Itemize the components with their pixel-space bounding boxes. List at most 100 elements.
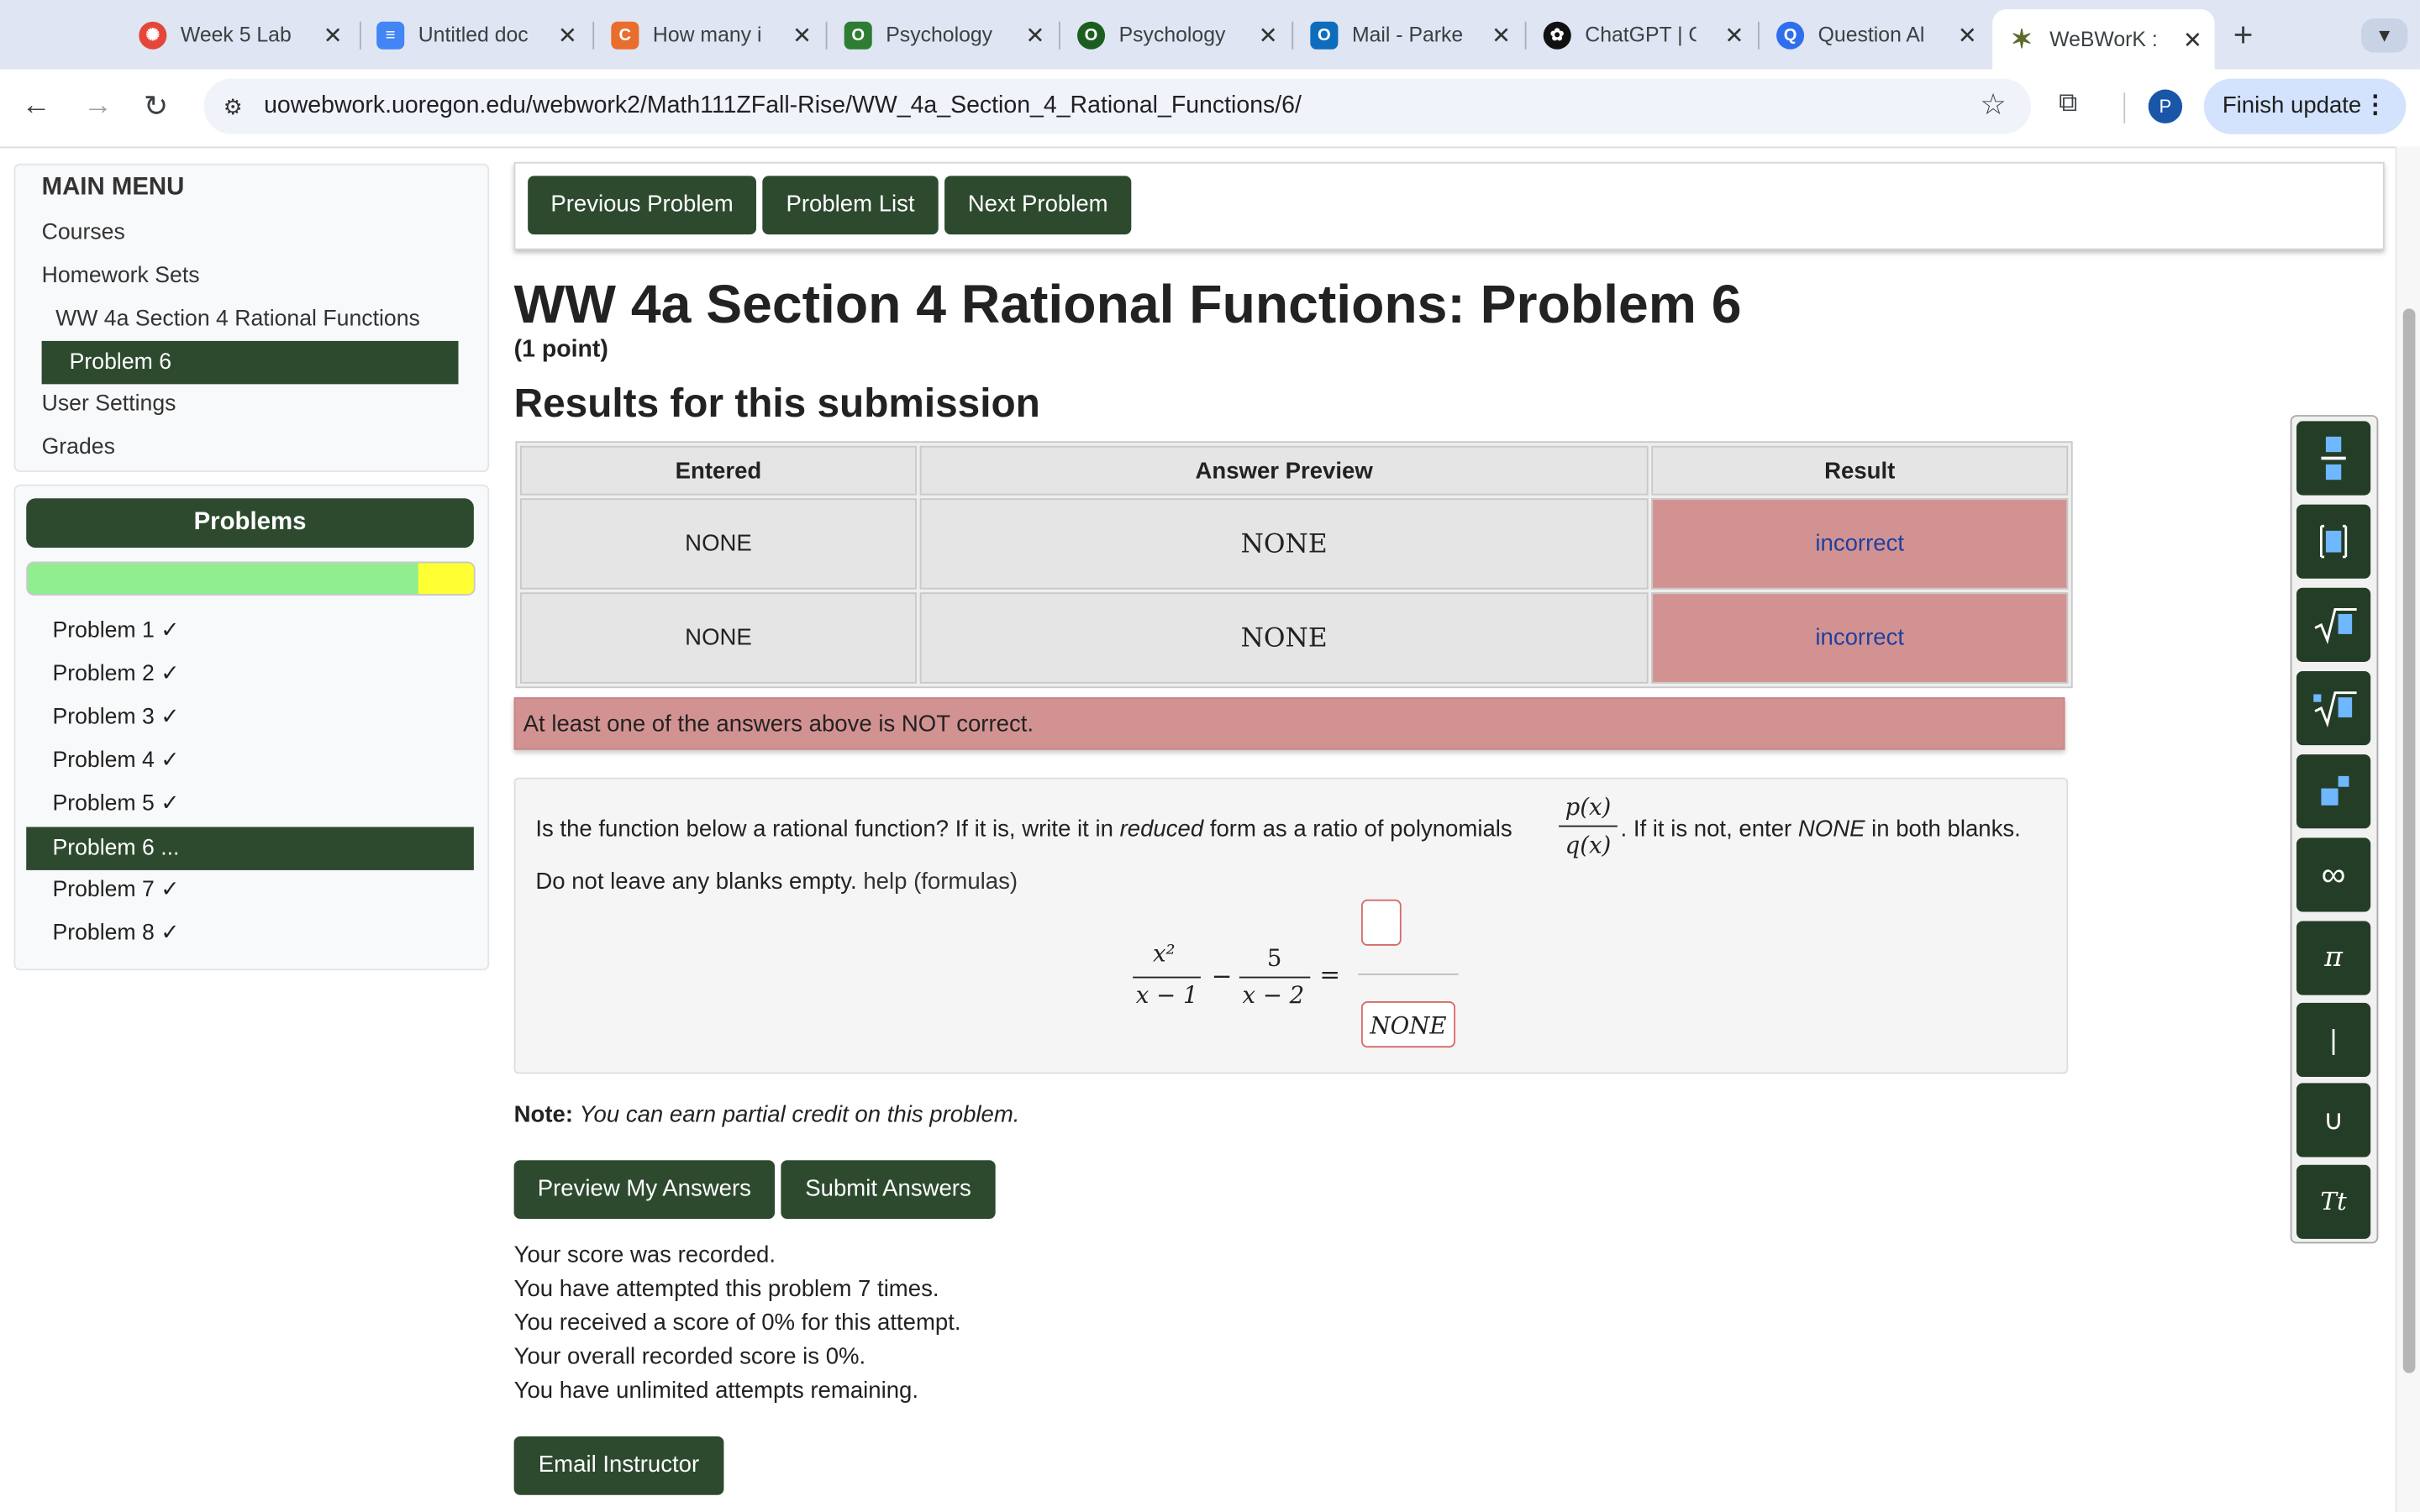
sidebar-item-problem-6[interactable]: Problem 6 [41, 340, 459, 385]
column-header: Answer Preview [919, 445, 1649, 496]
status-line: You received a score of 0% for this atte… [513, 1310, 961, 1336]
tab-5[interactable]: O Psychology ✕ [1062, 9, 1291, 60]
question-text-part: Is the function below a rational functio… [535, 816, 1120, 843]
outlook-icon: O [1310, 20, 1339, 49]
sidebar-item-user-settings[interactable]: User Settings [42, 392, 176, 417]
problem-link-7[interactable]: Problem 7 ✓ [52, 878, 179, 902]
question-text-end: . If it is not, enter NONE in both blank… [1621, 816, 2021, 843]
bookmark-star-icon[interactable]: ☆ [1980, 88, 2006, 123]
numerator-answer-input[interactable] [1360, 899, 1402, 946]
preview-answers-button[interactable]: Preview My Answers [513, 1160, 776, 1219]
table-row: NONE NONE incorrect [519, 498, 2069, 590]
status-line: Your score was recorded. [513, 1242, 776, 1268]
tab-search-button[interactable]: ▼ [2361, 18, 2408, 53]
tab-3[interactable]: C How many i ✕ [596, 9, 824, 60]
progress-bar [26, 561, 476, 596]
pq-fraction: p(x) q(x) [1559, 793, 1618, 859]
tab-title: WeBWorK : [2049, 28, 2158, 51]
tab-9-active[interactable]: ✶ WeBWorK : ✕ [1992, 9, 2215, 70]
close-icon[interactable]: ✕ [1958, 21, 1977, 49]
fraction-icon[interactable] [2296, 421, 2371, 496]
extensions-icon[interactable]: ⧉ [2059, 88, 2077, 119]
sidebar-item-courses[interactable]: Courses [42, 221, 125, 245]
tab-1[interactable]: ✺ Week 5 Lab ✕ [124, 9, 355, 60]
page-scrollbar[interactable] [2395, 146, 2420, 1512]
fraction-bar [1239, 976, 1311, 979]
result-cell: incorrect [1651, 498, 2069, 590]
problem-link-1[interactable]: Problem 1 ✓ [52, 619, 179, 643]
sidebar-item-grades[interactable]: Grades [42, 435, 115, 459]
problem-list-button[interactable]: Problem List [762, 176, 939, 235]
close-icon[interactable]: ✕ [792, 21, 812, 49]
question-text: Is the function below a rational functio… [535, 816, 1512, 843]
denominator-answer-input[interactable]: NONE [1360, 1001, 1456, 1048]
submit-answers-button[interactable]: Submit Answers [781, 1160, 996, 1219]
quizlet-icon: O [1077, 20, 1106, 49]
tab-8[interactable]: Q Question Al ✕ [1761, 9, 1990, 60]
question-ai-icon: Q [1776, 20, 1805, 49]
scrollbar-thumb[interactable] [2402, 308, 2416, 1373]
tab-6[interactable]: O Mail - Parke ✕ [1295, 9, 1523, 60]
question-line-2: Do not leave any blanks empty. help (for… [535, 869, 1018, 895]
back-icon[interactable]: ← [22, 90, 51, 123]
sidebar-item-set[interactable]: WW 4a Section 4 Rational Functions [55, 307, 420, 332]
email-instructor-button[interactable]: Email Instructor [513, 1436, 724, 1495]
site-info-icon[interactable]: ⚙ [218, 91, 249, 122]
reload-icon[interactable]: ↻ [144, 90, 168, 125]
avatar[interactable]: P [2148, 89, 2183, 123]
tab-title: Untitled doc [418, 23, 529, 47]
problem-link-3[interactable]: Problem 3 ✓ [52, 705, 179, 729]
exponent-icon[interactable] [2296, 754, 2371, 829]
close-icon[interactable]: ✕ [1025, 21, 1044, 49]
pi-button[interactable]: π [2296, 921, 2371, 995]
sqrt-icon[interactable] [2296, 587, 2371, 662]
close-icon[interactable]: ✕ [324, 21, 343, 49]
column-header: Result [1651, 445, 2069, 496]
problem-link-4[interactable]: Problem 4 ✓ [52, 748, 179, 773]
absolute-value-button[interactable]: | [2296, 1002, 2371, 1078]
answer-fraction-bar [1358, 973, 1459, 975]
incorrect-alert: At least one of the answers above is NOT… [513, 697, 2065, 750]
close-icon[interactable]: ✕ [2183, 25, 2202, 53]
help-formulas-link[interactable]: help (formulas) [863, 869, 1018, 895]
union-button[interactable]: ∪ [2296, 1083, 2371, 1158]
entered-cell: NONE [519, 592, 917, 684]
infinity-button[interactable]: ∞ [2296, 837, 2371, 912]
results-heading: Results for this submission [513, 379, 1040, 426]
chegg-icon: C [611, 20, 639, 49]
sidebar-item-homework-sets[interactable]: Homework Sets [42, 264, 200, 288]
browser-toolbar: ← → ↻ ⚙ uowebwork.uoregon.edu/webwork2/M… [0, 69, 2420, 149]
problem-link-8[interactable]: Problem 8 ✓ [52, 921, 179, 946]
point-value: (1 point) [513, 336, 608, 363]
question-text-part: form as a ratio of polynomials [1203, 816, 1512, 843]
quizlet-icon: O [844, 20, 872, 49]
close-icon[interactable]: ✕ [1259, 21, 1278, 49]
previous-problem-button[interactable]: Previous Problem [528, 176, 756, 235]
tab-title: Psychology [886, 23, 993, 47]
main-menu-title: MAIN MENU [41, 174, 185, 201]
problem-link-2[interactable]: Problem 2 ✓ [52, 662, 179, 686]
next-problem-button[interactable]: Next Problem [944, 176, 1132, 235]
preview-cell: NONE [919, 498, 1649, 590]
problem-link-6[interactable]: Problem 6 ... [26, 827, 474, 870]
bracket-icon[interactable] [2296, 504, 2371, 579]
chevron-down-icon: ▼ [2375, 24, 2394, 47]
finish-update-button[interactable]: Finish update ⋮ [2203, 78, 2407, 134]
close-icon[interactable]: ✕ [1491, 21, 1511, 49]
close-icon[interactable]: ✕ [1724, 21, 1744, 49]
tab-7[interactable]: ✿ ChatGPT | C ✕ [1528, 9, 1756, 60]
address-bar[interactable]: ⚙ uowebwork.uoregon.edu/webwork2/Math111… [203, 78, 2032, 134]
status-line: Your overall recorded score is 0%. [513, 1343, 866, 1370]
tab-4[interactable]: O Psychology ✕ [829, 9, 1057, 60]
tab-2[interactable]: ≡ Untitled doc ✕ [361, 9, 590, 60]
question-text-part: . If it is not, enter [1620, 816, 1798, 843]
url-text[interactable]: uowebwork.uoregon.edu/webwork2/Math111ZF… [264, 92, 1302, 120]
tab-title: How many i [652, 23, 762, 47]
problem-link-5[interactable]: Problem 5 ✓ [52, 791, 179, 816]
close-icon[interactable]: ✕ [558, 21, 577, 49]
nth-root-icon[interactable] [2296, 670, 2371, 746]
new-tab-button[interactable]: + [2233, 15, 2254, 55]
table-header-row: Entered Answer Preview Result [519, 445, 2069, 496]
text-mode-button[interactable]: Tt [2296, 1164, 2371, 1239]
forward-icon[interactable]: → [83, 90, 113, 123]
